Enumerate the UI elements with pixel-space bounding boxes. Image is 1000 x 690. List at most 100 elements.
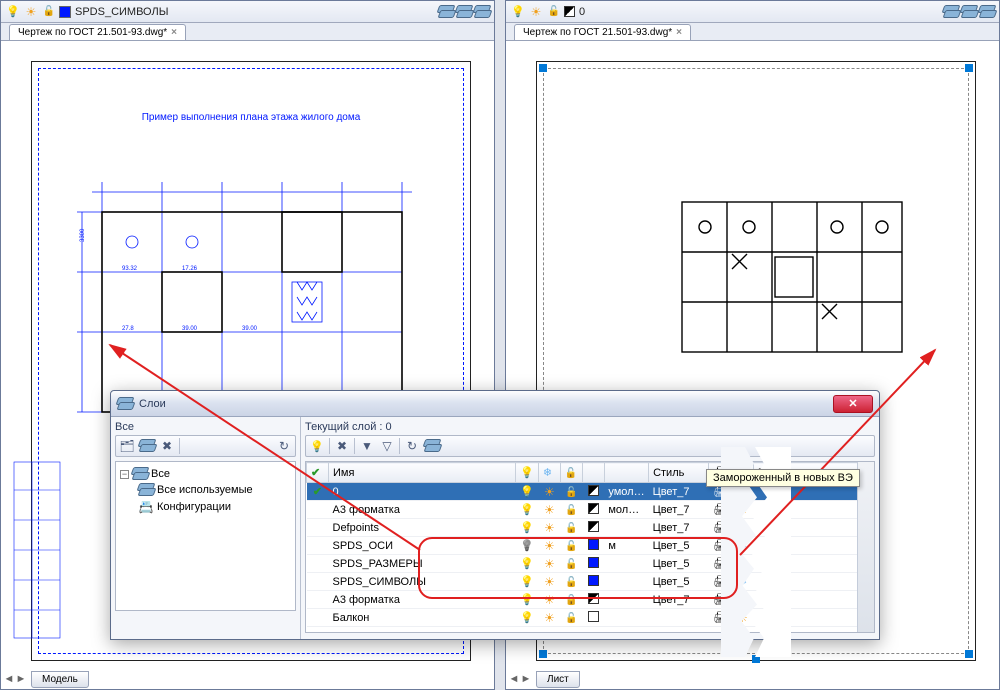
layer-style[interactable]: Цвет_5 [649, 573, 709, 591]
color-swatch[interactable] [588, 593, 599, 604]
lock-icon[interactable] [41, 4, 57, 20]
filter-tree[interactable]: − Все Все используемые 📇Конфигурации [115, 461, 296, 611]
layers-stack-icon-3[interactable] [474, 5, 490, 19]
lock-icon[interactable] [565, 486, 577, 498]
color-swatch[interactable] [588, 485, 599, 496]
close-tab-icon[interactable]: × [676, 27, 682, 38]
selection-handle[interactable] [539, 64, 547, 72]
lock-icon[interactable] [565, 576, 577, 588]
tree-node-used[interactable]: Все используемые [157, 484, 253, 496]
sun-icon[interactable] [23, 4, 39, 20]
selection-handle[interactable] [965, 650, 973, 658]
selection-handle[interactable] [965, 64, 973, 72]
lock-icon[interactable] [565, 558, 577, 570]
refresh-icon[interactable]: ↻ [276, 438, 292, 454]
layer-color-square[interactable] [564, 6, 575, 17]
layer-name-cell[interactable]: SPDS_РАЗМЕРЫ [329, 555, 516, 573]
dialog-titlebar[interactable]: Слои ✕ [111, 391, 879, 417]
model-tab[interactable]: Модель [31, 671, 89, 688]
color-swatch[interactable] [588, 521, 599, 532]
lock-icon[interactable] [565, 522, 577, 534]
layer-name-cell[interactable]: 0 [329, 483, 516, 501]
tree-root[interactable]: Все [151, 468, 170, 480]
delete-icon[interactable]: ✖ [159, 438, 175, 454]
bulb-icon[interactable] [520, 504, 534, 516]
layers-stack-icon-3[interactable] [979, 5, 995, 19]
sun-icon[interactable] [544, 595, 555, 607]
layer-style[interactable]: Цвет_7 [649, 519, 709, 537]
layer-name-cell[interactable]: Defpoints [329, 519, 516, 537]
current-layer-name[interactable]: SPDS_СИМВОЛЫ [75, 6, 168, 18]
sun-icon[interactable] [544, 613, 555, 625]
sun-icon[interactable] [544, 577, 555, 589]
bulb-icon[interactable] [520, 612, 534, 624]
tab-next-icon[interactable]: ► [520, 673, 532, 685]
bulb-icon[interactable] [520, 576, 534, 588]
bulb-icon[interactable] [510, 4, 526, 20]
config-icon: 📇 [138, 499, 154, 515]
layer-style[interactable]: Цвет_7 [649, 591, 709, 609]
selection-handle[interactable] [539, 650, 547, 658]
sun-icon[interactable] [544, 505, 555, 517]
tree-collapse-icon[interactable]: − [120, 470, 129, 479]
layer-style[interactable]: Цвет_5 [649, 537, 709, 555]
sun-icon[interactable] [544, 541, 555, 553]
tab-prev-icon[interactable]: ◄ [508, 673, 520, 685]
sun-icon[interactable] [528, 4, 544, 20]
layer-name-cell[interactable]: A3 форматка [329, 501, 516, 519]
tab-prev-icon[interactable]: ◄ [3, 673, 15, 685]
layer-name-cell[interactable]: SPDS_ОСИ [329, 537, 516, 555]
funnel-icon[interactable]: ▼ [359, 438, 375, 454]
layers-stack-icon[interactable] [438, 5, 454, 19]
file-tab[interactable]: Чертеж по ГОСТ 21.501-93.dwg* × [9, 24, 186, 40]
layer-style[interactable] [649, 609, 709, 627]
svg-text:39.00: 39.00 [182, 326, 198, 332]
color-swatch[interactable] [588, 539, 599, 550]
current-layer-name[interactable]: 0 [579, 6, 585, 18]
sheet-tab[interactable]: Лист [536, 671, 580, 688]
color-swatch[interactable] [588, 575, 599, 586]
layer-style[interactable]: Цвет_7 [649, 483, 709, 501]
color-swatch[interactable] [588, 611, 599, 622]
col-name[interactable]: Имя [329, 463, 516, 483]
layer-color-square[interactable] [59, 6, 71, 18]
lock-icon[interactable] [565, 540, 577, 552]
tab-next-icon[interactable]: ► [15, 673, 27, 685]
file-tab[interactable]: Чертеж по ГОСТ 21.501-93.dwg* × [514, 24, 691, 40]
layer-name-cell[interactable]: Балкон [329, 609, 516, 627]
sun-icon[interactable] [544, 559, 555, 571]
lock-icon[interactable] [565, 612, 577, 624]
layer-name-cell[interactable]: А3 форматка [329, 591, 516, 609]
color-swatch[interactable] [588, 557, 599, 568]
sun-icon[interactable] [544, 523, 555, 535]
layer-style[interactable]: Цвет_5 [649, 555, 709, 573]
layers-stack-icon[interactable] [943, 5, 959, 19]
col-style[interactable]: Стиль [649, 463, 709, 483]
close-tab-icon[interactable]: × [171, 27, 177, 38]
lock-icon[interactable] [565, 504, 577, 516]
layers-stack-icon-2[interactable] [456, 5, 472, 19]
layer-style[interactable]: Цвет_7 [649, 501, 709, 519]
bulb-icon[interactable] [309, 438, 325, 454]
lock-icon[interactable] [546, 4, 562, 20]
color-swatch[interactable] [588, 503, 599, 514]
bulb-icon[interactable] [520, 522, 534, 534]
filter-stack-icon[interactable] [139, 439, 155, 453]
layers-stack-icon-2[interactable] [961, 5, 977, 19]
plan-title: Пример выполнения плана этажа жилого дом… [32, 112, 470, 123]
lock-icon[interactable] [565, 594, 577, 606]
bulb-icon[interactable] [520, 594, 534, 606]
layer-name-cell[interactable]: SPDS_СИМВОЛЫ [329, 573, 516, 591]
sun-icon[interactable] [544, 487, 555, 499]
refresh-icon[interactable]: ↻ [404, 438, 420, 454]
bulb-icon[interactable] [520, 540, 534, 552]
funnel-icon-2[interactable]: ▽ [379, 438, 395, 454]
bulb-icon[interactable] [5, 4, 21, 20]
new-filter-icon[interactable]: 🗂 [119, 438, 135, 454]
layers-apply-icon[interactable] [424, 439, 440, 453]
close-button[interactable]: ✕ [833, 395, 873, 413]
tree-node-config[interactable]: Конфигурации [157, 501, 231, 513]
bulb-icon[interactable] [520, 486, 534, 498]
delete-icon[interactable]: ✖ [334, 438, 350, 454]
bulb-icon[interactable] [520, 558, 534, 570]
